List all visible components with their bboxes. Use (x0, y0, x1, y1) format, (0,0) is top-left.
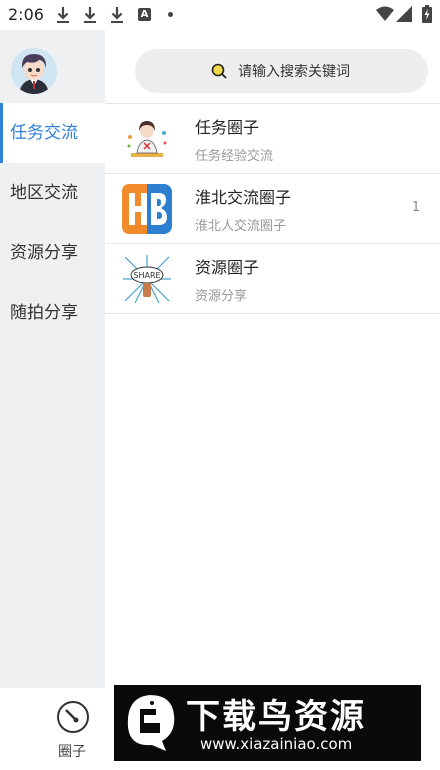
share-text: SHARE (133, 271, 160, 280)
sidebar-item-snapshot-share[interactable]: 随拍分享 (0, 283, 105, 343)
search-bar[interactable]: 请输入搜索关键词 (135, 49, 428, 93)
search-placeholder: 请输入搜索关键词 (238, 64, 350, 80)
circle-tab-icon[interactable] (56, 700, 90, 734)
list-item-title: 淮北交流圈子 (195, 188, 292, 207)
download-icon (57, 7, 69, 23)
share-icon: SHARE (121, 253, 173, 305)
dot-icon (168, 12, 173, 17)
status-time: 2:06 (8, 5, 44, 24)
list-item[interactable]: 任务圈子 任务经验交流 (105, 104, 440, 174)
wifi-icon (376, 6, 394, 21)
list-item-subtitle: 资源分享 (195, 289, 248, 304)
avatar-image (11, 48, 57, 94)
download-icon (84, 7, 96, 23)
battery-icon (422, 5, 432, 23)
bird-logo-icon (127, 695, 175, 751)
list-item-subtitle: 淮北人交流圈子 (195, 219, 287, 234)
hb-logo-icon (122, 184, 172, 234)
list-item[interactable]: 淮北交流圈子 淮北人交流圈子 1 (105, 174, 440, 244)
avatar[interactable] (11, 48, 57, 94)
sidebar-item-region-exchange[interactable]: 地区交流 (0, 163, 105, 223)
task-circle-icon (121, 113, 173, 165)
a-icon: A (138, 8, 151, 21)
sidebar-item-resource-share[interactable]: 资源分享 (0, 223, 105, 283)
sidebar: 任务交流 地区交流 资源分享 随拍分享 (0, 30, 105, 688)
watermark-url: www.xiazainiao.com (200, 735, 353, 753)
list-item-subtitle: 任务经验交流 (195, 149, 274, 164)
list-item-title: 资源圈子 (195, 258, 260, 277)
list-item[interactable]: SHARE 资源圈子 资源分享 (105, 244, 440, 314)
search-icon (211, 63, 227, 79)
tab-circle-label[interactable]: 圈子 (58, 741, 86, 761)
list-item-title: 任务圈子 (195, 118, 260, 137)
sidebar-item-task-exchange[interactable]: 任务交流 (0, 103, 105, 163)
download-icon (111, 7, 123, 23)
signal-icon (396, 6, 412, 22)
watermark-banner: 下载鸟资源 www.xiazainiao.com (114, 685, 421, 761)
watermark-title: 下载鸟资源 (186, 697, 366, 737)
status-bar: 2:06 A (0, 0, 440, 30)
unread-count-badge: 1 (411, 200, 420, 215)
